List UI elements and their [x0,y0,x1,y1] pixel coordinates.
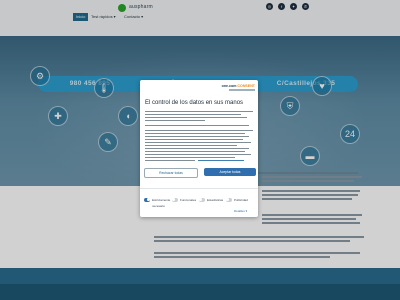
show-details-link[interactable]: Detalles ▾ [234,209,247,213]
toggle-label: Funcionales [180,198,197,202]
toggle-knob [147,198,150,202]
consent-text-line [145,151,245,153]
consent-logo: one.com CONSENT [222,84,255,88]
toggle-switch[interactable] [199,198,205,202]
consent-text-line [145,111,253,113]
consent-logo-accent: CONSENT [237,84,255,88]
consent-logo-main: one.com [221,84,237,88]
consent-text-line [145,145,237,147]
consent-text-line [145,136,249,138]
consent-text-line [145,117,247,119]
toggle-switch[interactable] [144,198,150,202]
consent-text-line [145,148,249,150]
consent-text-line [145,139,243,141]
toggle-knob [172,198,176,202]
toggle-label: Estadísticas [207,198,224,202]
consent-policy-link[interactable] [198,160,244,162]
consent-text-line [145,120,205,122]
consent-text-line [145,114,241,116]
toggle-label: Publicidad [234,198,248,202]
consent-text-line [145,154,251,156]
consent-text-line [145,130,253,132]
reject-all-button[interactable]: Rechazar todas [144,168,198,178]
toggle-knob [199,198,203,202]
consent-title: El control de los datos en sus manos [145,100,244,106]
toggle-switch[interactable] [226,198,232,202]
consent-text-line [145,142,251,144]
consent-logo-tagline [229,89,255,91]
consent-text-line [145,160,195,162]
consent-text-line [145,133,245,135]
consent-divider [140,188,258,189]
toggle-knob [226,198,230,202]
consent-text-line [145,125,249,127]
consent-text-line [145,157,235,159]
toggle-label: Estrictamente necesario [152,198,171,208]
accept-all-button[interactable]: Aceptar todas [204,168,256,176]
toggle-switch[interactable] [172,198,178,202]
